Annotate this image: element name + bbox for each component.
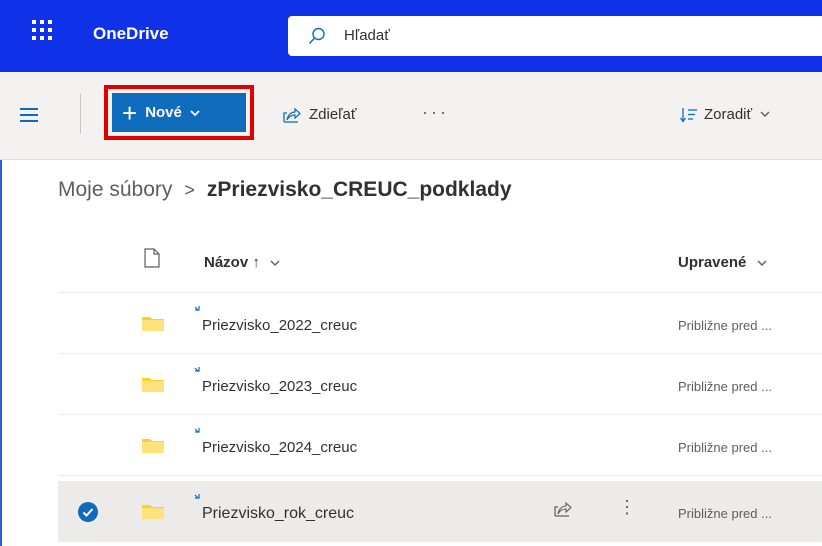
new-button-label: Nové <box>145 104 182 121</box>
search-icon <box>308 27 325 45</box>
list-header: Názov ↑ Upravené <box>58 232 822 293</box>
command-bar: + Nové Zdieľať ··· Zoradiť <box>0 72 822 160</box>
folder-icon <box>142 317 164 331</box>
checkmark-icon[interactable] <box>78 502 98 522</box>
breadcrumb-root[interactable]: Moje súbory <box>58 178 172 202</box>
sort-label: Zoradiť <box>704 106 753 123</box>
table-row[interactable]: Priezvisko_2023_creuc Približne pred ... <box>58 354 822 415</box>
column-modified-label: Upravené <box>678 254 747 271</box>
search-input[interactable]: Hľadať <box>344 27 390 44</box>
more-icon[interactable]: ··· <box>422 102 449 123</box>
sync-icon <box>194 367 200 372</box>
chevron-down-icon <box>760 111 770 117</box>
breadcrumb-current: zPriezvisko_CREUC_podklady <box>206 178 512 201</box>
share-button[interactable]: Zdieľať <box>283 106 357 123</box>
share-icon[interactable] <box>554 501 572 517</box>
folder-icon <box>142 378 164 392</box>
new-button[interactable]: + Nové <box>112 93 246 132</box>
sync-icon <box>194 494 200 499</box>
app-brand[interactable]: OneDrive <box>93 24 169 44</box>
column-header-modified[interactable]: Upravené <box>678 254 767 271</box>
folder-icon <box>142 505 164 519</box>
menu-icon[interactable] <box>20 106 44 126</box>
file-name[interactable]: Priezvisko_2022_creuc <box>202 317 357 334</box>
breadcrumb-separator: > <box>184 179 195 200</box>
new-button-highlight: + Nové <box>104 85 254 140</box>
file-name[interactable]: Priezvisko_2023_creuc <box>202 378 357 395</box>
chevron-down-icon <box>190 110 200 117</box>
sync-icon <box>194 428 200 433</box>
table-row[interactable]: Priezvisko_2024_creuc Približne pred ... <box>58 415 822 476</box>
share-label: Zdieľať <box>309 106 357 123</box>
app-launcher-icon[interactable] <box>32 20 62 50</box>
breadcrumb: Moje súbory > zPriezvisko_CREUC_podklady <box>58 178 512 202</box>
file-modified: Približne pred ... <box>678 506 772 521</box>
table-row[interactable]: Priezvisko_2022_creuc Približne pred ... <box>58 293 822 354</box>
column-name-label: Názov ↑ <box>204 254 260 271</box>
folder-icon <box>142 439 164 453</box>
chevron-down-icon <box>757 260 767 266</box>
sort-button[interactable]: Zoradiť <box>680 106 776 123</box>
file-icon <box>144 248 160 268</box>
file-name[interactable]: Priezvisko_rok_creuc <box>202 505 354 523</box>
file-name[interactable]: Priezvisko_2024_creuc <box>202 439 357 456</box>
plus-icon: + <box>122 97 138 128</box>
toolbar-divider <box>80 94 81 134</box>
file-modified: Približne pred ... <box>678 440 772 455</box>
file-modified: Približne pred ... <box>678 318 772 333</box>
more-icon[interactable]: ⋮ <box>618 497 636 518</box>
share-icon <box>283 107 301 123</box>
table-row-selected[interactable]: Priezvisko_rok_creuc ⋮ Približne pred ..… <box>58 481 822 542</box>
sync-icon <box>194 306 200 311</box>
column-header-name[interactable]: Názov ↑ <box>204 254 280 271</box>
chevron-down-icon <box>270 260 280 266</box>
sort-icon <box>680 107 697 123</box>
file-modified: Približne pred ... <box>678 379 772 394</box>
top-header: OneDrive Hľadať <box>0 0 822 72</box>
search-box[interactable]: Hľadať <box>288 16 822 56</box>
